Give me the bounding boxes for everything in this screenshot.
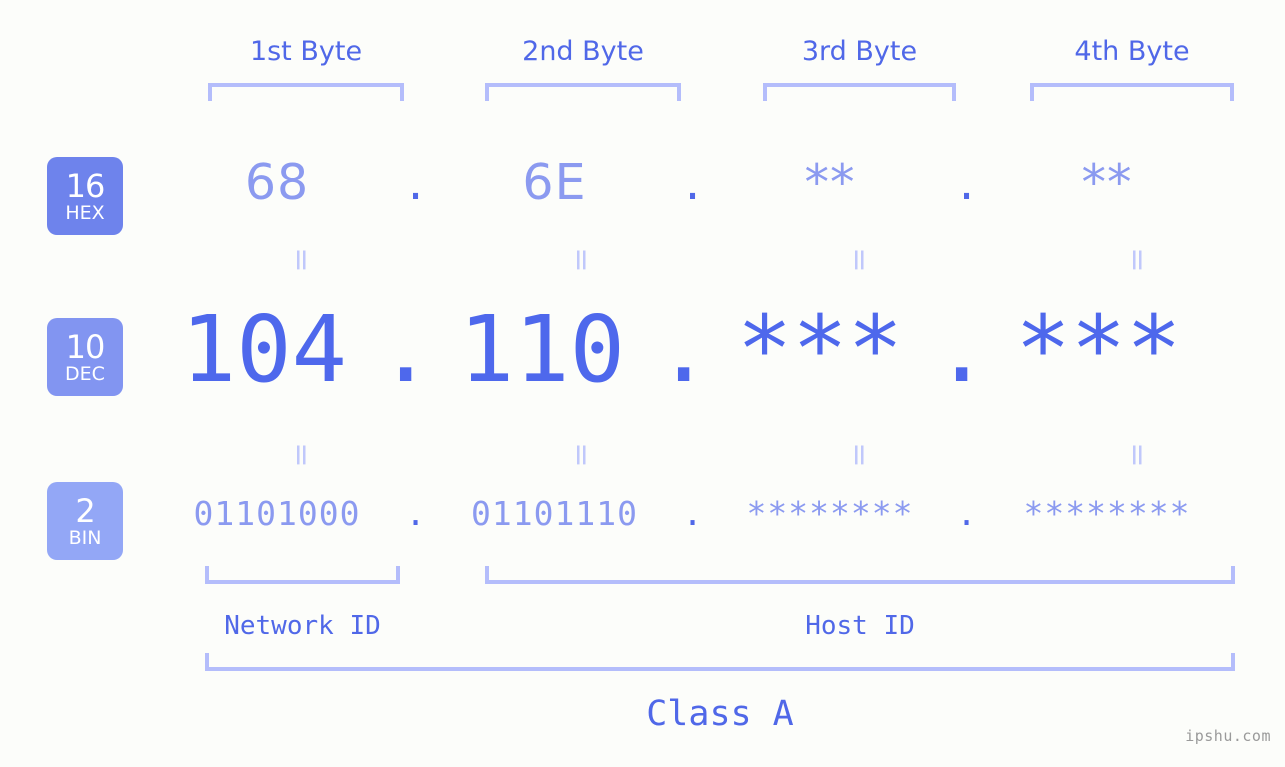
hex-separator-2: . [684,154,702,211]
hex-byte-3: ** [804,154,856,211]
network-id-bracket [205,566,400,584]
base-badge-bin: 2 BIN [47,482,123,560]
byte-header-4: 4th Byte [1074,36,1190,67]
diagram-canvas: 1st Byte 2nd Byte 3rd Byte 4th Byte 16 H… [0,0,1285,767]
hex-value-row: 68 . 6E . ** . ** [150,154,1285,218]
hex-byte-4: ** [1081,154,1133,211]
byte-bracket-3 [763,83,956,101]
bin-value-row: 01101000 . 01101110 . ******** . *******… [150,494,1285,542]
equals-mark-hex-dec-4: = [1120,247,1155,273]
dec-separator-1: . [378,296,434,403]
byte-header-2: 2nd Byte [522,36,644,67]
byte-header-3: 3rd Byte [801,36,918,67]
equals-mark-dec-bin-1: = [284,442,319,468]
bin-byte-3: ******** [746,494,914,533]
bin-separator-3: . [956,494,978,533]
dec-byte-3: *** [736,296,904,403]
equals-mark-dec-bin-2: = [564,442,599,468]
dec-byte-2: 110 [458,296,626,403]
equals-mark-dec-bin-4: = [1120,442,1155,468]
base-badge-bin-name: BIN [68,526,102,549]
class-bracket [205,653,1235,671]
base-badge-hex: 16 HEX [47,157,123,235]
hex-byte-2: 6E [522,154,587,211]
equals-mark-hex-dec-3: = [842,247,877,273]
equals-mark-hex-dec-1: = [284,247,319,273]
hex-byte-1: 68 [244,154,310,211]
network-id-label: Network ID [224,611,381,641]
hex-separator-3: . [958,154,976,211]
base-badge-hex-number: 16 [65,166,106,205]
base-badge-dec: 10 DEC [47,318,123,396]
base-badge-dec-number: 10 [65,327,106,366]
equals-mark-dec-bin-3: = [842,442,877,468]
dec-separator-2: . [656,296,712,403]
watermark: ipshu.com [1185,727,1271,745]
base-badge-hex-name: HEX [65,201,105,224]
dec-value-row: 104 . 110 . *** . *** [150,296,1285,408]
hex-separator-1: . [407,154,425,211]
equals-mark-hex-dec-2: = [564,247,599,273]
class-label: Class A [646,694,794,734]
bin-separator-2: . [682,494,704,533]
dec-byte-1: 104 [180,296,348,403]
bin-byte-4: ******** [1023,494,1191,533]
base-badge-dec-name: DEC [65,362,105,385]
byte-header-1: 1st Byte [249,36,363,67]
dec-byte-4: *** [1015,296,1182,403]
bin-byte-2: 01101110 [471,494,638,533]
byte-bracket-4 [1030,83,1234,101]
host-id-bracket [485,566,1235,584]
byte-bracket-1 [208,83,404,101]
base-badge-bin-number: 2 [75,491,95,530]
host-id-label: Host ID [805,611,915,641]
byte-bracket-2 [485,83,681,101]
bin-separator-1: . [405,494,427,533]
bin-byte-1: 01101000 [193,494,361,533]
dec-separator-3: . [934,296,990,403]
